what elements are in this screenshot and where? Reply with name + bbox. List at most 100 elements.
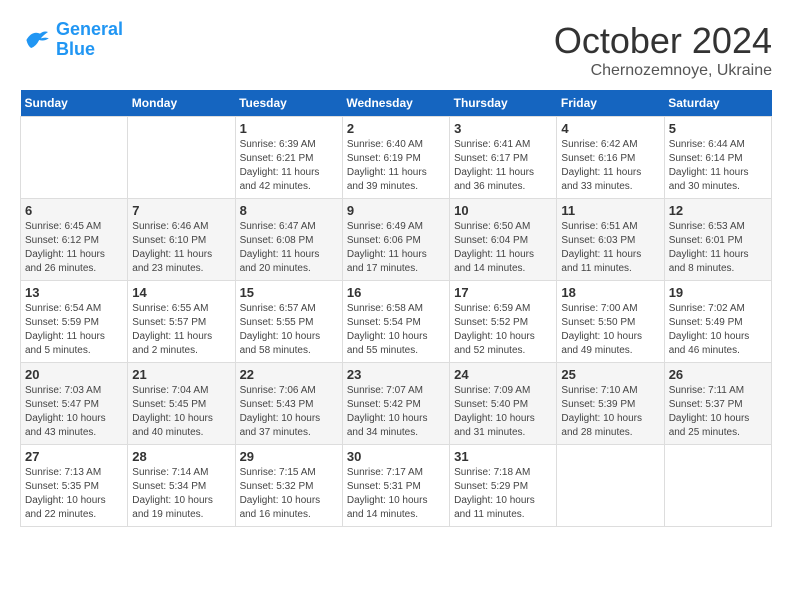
logo-icon [20, 24, 52, 56]
day-number: 24 [454, 367, 552, 382]
logo: General Blue [20, 20, 123, 60]
day-number: 2 [347, 121, 445, 136]
weekday-header-tuesday: Tuesday [235, 90, 342, 117]
day-info: Sunrise: 6:40 AM Sunset: 6:19 PM Dayligh… [347, 138, 445, 194]
day-info: Sunrise: 6:45 AM Sunset: 6:12 PM Dayligh… [25, 220, 123, 276]
week-row-2: 6Sunrise: 6:45 AM Sunset: 6:12 PM Daylig… [21, 199, 772, 281]
day-info: Sunrise: 7:14 AM Sunset: 5:34 PM Dayligh… [132, 466, 230, 522]
day-info: Sunrise: 7:00 AM Sunset: 5:50 PM Dayligh… [561, 302, 659, 358]
day-info: Sunrise: 6:57 AM Sunset: 5:55 PM Dayligh… [240, 302, 338, 358]
week-row-4: 20Sunrise: 7:03 AM Sunset: 5:47 PM Dayli… [21, 363, 772, 445]
day-info: Sunrise: 6:51 AM Sunset: 6:03 PM Dayligh… [561, 220, 659, 276]
week-row-3: 13 Sunrise: 6:54 AM Sunset: 5:59 PM Dayli… [21, 281, 772, 363]
calendar-cell: 9 Sunrise: 6:49 AM Sunset: 6:06 PM Daylig… [342, 199, 449, 281]
day-number: 1 [240, 121, 338, 136]
day-number: 21 [132, 367, 230, 382]
day-info: Sunrise: 7:10 AM Sunset: 5:39 PM Dayligh… [561, 384, 659, 440]
logo-text: General Blue [56, 20, 123, 60]
day-number: 16 [347, 285, 445, 300]
day-info: Sunrise: 6:41 AM Sunset: 6:17 PM Dayligh… [454, 138, 552, 194]
day-info: Sunrise: 7:02 AM Sunset: 5:49 PM Dayligh… [669, 302, 767, 358]
day-info: Sunrise: 7:17 AM Sunset: 5:31 PM Dayligh… [347, 466, 445, 522]
day-info: Sunrise: 7:18 AM Sunset: 5:29 PM Dayligh… [454, 466, 552, 522]
calendar-cell: 6Sunrise: 6:45 AM Sunset: 6:12 PM Daylig… [21, 199, 128, 281]
calendar-cell [21, 117, 128, 199]
day-number: 29 [240, 449, 338, 464]
day-number: 8 [240, 203, 338, 218]
day-number: 3 [454, 121, 552, 136]
calendar-cell [664, 445, 771, 527]
calendar-cell: 31 Sunrise: 7:18 AM Sunset: 5:29 PM Dayli… [450, 445, 557, 527]
day-info: Sunrise: 7:07 AM Sunset: 5:42 PM Dayligh… [347, 384, 445, 440]
weekday-header-monday: Monday [128, 90, 235, 117]
weekday-header-saturday: Saturday [664, 90, 771, 117]
calendar-cell: 5 Sunrise: 6:44 AM Sunset: 6:14 PM Daylig… [664, 117, 771, 199]
day-number: 9 [347, 203, 445, 218]
day-info: Sunrise: 6:42 AM Sunset: 6:16 PM Dayligh… [561, 138, 659, 194]
calendar-cell: 10 Sunrise: 6:50 AM Sunset: 6:04 PM Dayli… [450, 199, 557, 281]
day-number: 18 [561, 285, 659, 300]
day-info: Sunrise: 6:58 AM Sunset: 5:54 PM Dayligh… [347, 302, 445, 358]
day-number: 13 [25, 285, 123, 300]
day-number: 27 [25, 449, 123, 464]
day-number: 31 [454, 449, 552, 464]
day-number: 10 [454, 203, 552, 218]
calendar-cell: 26Sunrise: 7:11 AM Sunset: 5:37 PM Dayli… [664, 363, 771, 445]
day-info: Sunrise: 6:49 AM Sunset: 6:06 PM Dayligh… [347, 220, 445, 276]
day-number: 28 [132, 449, 230, 464]
calendar-cell: 24Sunrise: 7:09 AM Sunset: 5:40 PM Dayli… [450, 363, 557, 445]
day-info: Sunrise: 6:55 AM Sunset: 5:57 PM Dayligh… [132, 302, 230, 358]
day-number: 5 [669, 121, 767, 136]
day-number: 7 [132, 203, 230, 218]
calendar-cell: 18 Sunrise: 7:00 AM Sunset: 5:50 PM Dayli… [557, 281, 664, 363]
calendar-cell: 13 Sunrise: 6:54 AM Sunset: 5:59 PM Dayli… [21, 281, 128, 363]
calendar-cell: 22Sunrise: 7:06 AM Sunset: 5:43 PM Dayli… [235, 363, 342, 445]
day-number: 30 [347, 449, 445, 464]
day-info: Sunrise: 6:47 AM Sunset: 6:08 PM Dayligh… [240, 220, 338, 276]
day-info: Sunrise: 6:59 AM Sunset: 5:52 PM Dayligh… [454, 302, 552, 358]
calendar-cell: 15 Sunrise: 6:57 AM Sunset: 5:55 PM Dayli… [235, 281, 342, 363]
day-number: 20 [25, 367, 123, 382]
calendar-cell: 1 Sunrise: 6:39 AM Sunset: 6:21 PM Daylig… [235, 117, 342, 199]
calendar-cell: 4 Sunrise: 6:42 AM Sunset: 6:16 PM Daylig… [557, 117, 664, 199]
day-number: 15 [240, 285, 338, 300]
weekday-header-wednesday: Wednesday [342, 90, 449, 117]
calendar-cell [557, 445, 664, 527]
day-number: 4 [561, 121, 659, 136]
calendar-cell: 21Sunrise: 7:04 AM Sunset: 5:45 PM Dayli… [128, 363, 235, 445]
day-info: Sunrise: 6:39 AM Sunset: 6:21 PM Dayligh… [240, 138, 338, 194]
day-info: Sunrise: 7:11 AM Sunset: 5:37 PM Dayligh… [669, 384, 767, 440]
day-number: 12 [669, 203, 767, 218]
weekday-header-thursday: Thursday [450, 90, 557, 117]
title-block: October 2024 Chernozemnoye, Ukraine [554, 20, 772, 80]
weekday-header-friday: Friday [557, 90, 664, 117]
day-number: 14 [132, 285, 230, 300]
day-info: Sunrise: 6:46 AM Sunset: 6:10 PM Dayligh… [132, 220, 230, 276]
day-info: Sunrise: 6:53 AM Sunset: 6:01 PM Dayligh… [669, 220, 767, 276]
week-row-1: 1 Sunrise: 6:39 AM Sunset: 6:21 PM Daylig… [21, 117, 772, 199]
day-info: Sunrise: 6:44 AM Sunset: 6:14 PM Dayligh… [669, 138, 767, 194]
calendar-cell: 8 Sunrise: 6:47 AM Sunset: 6:08 PM Daylig… [235, 199, 342, 281]
day-info: Sunrise: 6:50 AM Sunset: 6:04 PM Dayligh… [454, 220, 552, 276]
weekday-header-sunday: Sunday [21, 90, 128, 117]
calendar-cell: 25 Sunrise: 7:10 AM Sunset: 5:39 PM Dayli… [557, 363, 664, 445]
calendar-cell: 16 Sunrise: 6:58 AM Sunset: 5:54 PM Dayli… [342, 281, 449, 363]
calendar-cell: 14 Sunrise: 6:55 AM Sunset: 5:57 PM Dayli… [128, 281, 235, 363]
calendar-cell: 28 Sunrise: 7:14 AM Sunset: 5:34 PM Dayli… [128, 445, 235, 527]
calendar-cell: 11 Sunrise: 6:51 AM Sunset: 6:03 PM Dayli… [557, 199, 664, 281]
day-info: Sunrise: 6:54 AM Sunset: 5:59 PM Dayligh… [25, 302, 123, 358]
day-number: 23 [347, 367, 445, 382]
calendar-table: SundayMondayTuesdayWednesdayThursdayFrid… [20, 90, 772, 527]
day-info: Sunrise: 7:06 AM Sunset: 5:43 PM Dayligh… [240, 384, 338, 440]
day-info: Sunrise: 7:15 AM Sunset: 5:32 PM Dayligh… [240, 466, 338, 522]
calendar-cell: 30 Sunrise: 7:17 AM Sunset: 5:31 PM Dayli… [342, 445, 449, 527]
day-number: 11 [561, 203, 659, 218]
calendar-cell: 27 Sunrise: 7:13 AM Sunset: 5:35 PM Dayli… [21, 445, 128, 527]
calendar-cell: 3 Sunrise: 6:41 AM Sunset: 6:17 PM Daylig… [450, 117, 557, 199]
calendar-cell: 2 Sunrise: 6:40 AM Sunset: 6:19 PM Daylig… [342, 117, 449, 199]
calendar-cell: 23 Sunrise: 7:07 AM Sunset: 5:42 PM Dayli… [342, 363, 449, 445]
calendar-cell: 19Sunrise: 7:02 AM Sunset: 5:49 PM Dayli… [664, 281, 771, 363]
day-number: 17 [454, 285, 552, 300]
day-number: 25 [561, 367, 659, 382]
day-info: Sunrise: 7:13 AM Sunset: 5:35 PM Dayligh… [25, 466, 123, 522]
